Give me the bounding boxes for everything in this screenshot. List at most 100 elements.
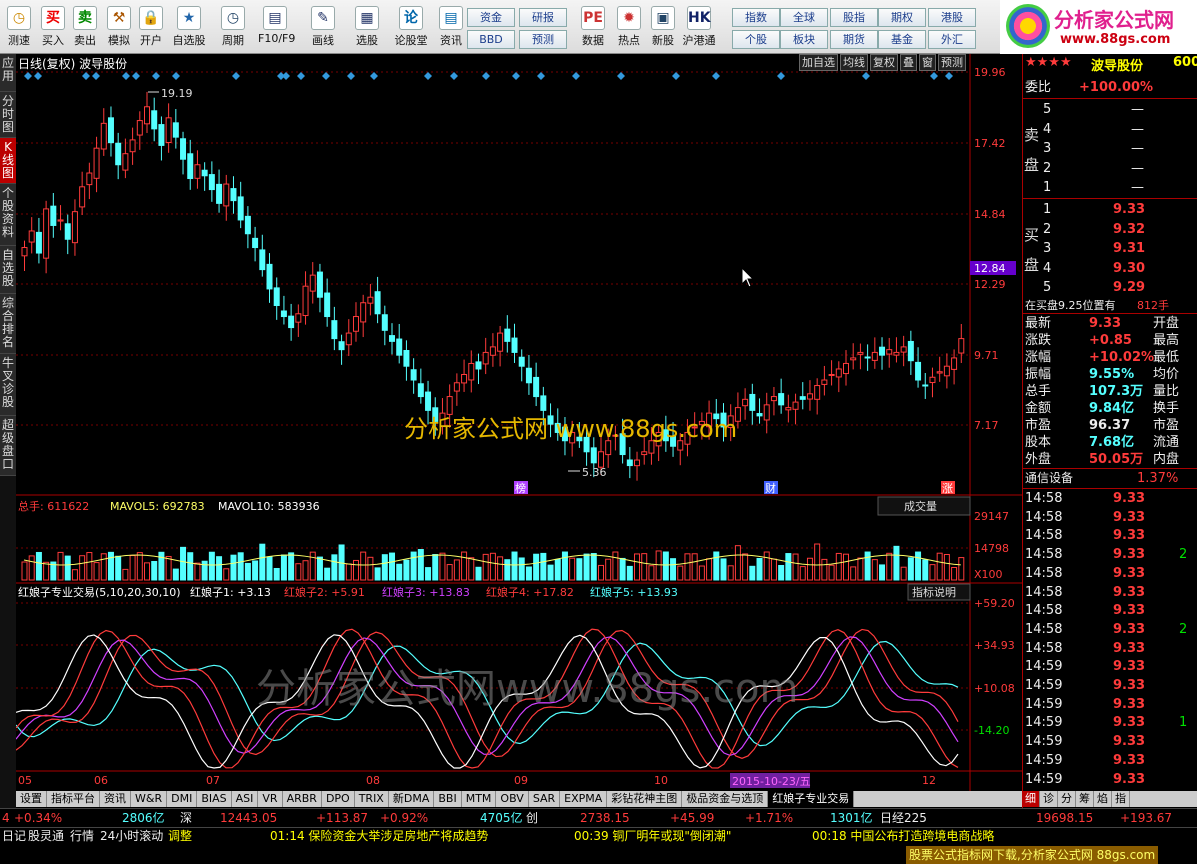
indicator-tab-19[interactable]: 红娘子专业交易 bbox=[768, 791, 855, 807]
indicator-tab-17[interactable]: 彩钻花神主图 bbox=[607, 791, 683, 807]
right-tab-2[interactable]: 分 bbox=[1058, 791, 1076, 807]
candle-body bbox=[389, 335, 396, 342]
left-tab-1[interactable]: 分时图 bbox=[0, 92, 16, 138]
toolbar-button-11[interactable]: ▤ 资讯 bbox=[434, 4, 468, 52]
quick-button-3[interactable]: 预测 bbox=[519, 30, 567, 49]
chart-btn-4[interactable]: 窗 bbox=[919, 54, 936, 71]
candle-body bbox=[71, 211, 78, 244]
pen-icon: ✎ bbox=[311, 6, 335, 30]
quick-button-4[interactable]: 指数 bbox=[732, 8, 780, 27]
quick-button-10[interactable]: 板块 bbox=[780, 30, 828, 49]
toolbar-button-7[interactable]: ▤ F10/F9 bbox=[258, 4, 295, 52]
quick-button-11[interactable]: 期货 bbox=[830, 30, 878, 49]
quick-button-1[interactable]: 研报 bbox=[519, 8, 567, 27]
right-tab-5[interactable]: 指 bbox=[1112, 791, 1130, 807]
toolbar-button-6[interactable]: ◷ 周期 bbox=[216, 4, 250, 52]
quick-button-2[interactable]: BBD bbox=[467, 30, 515, 49]
volume-bar bbox=[626, 565, 633, 581]
right-tab-1[interactable]: 诊 bbox=[1040, 791, 1058, 807]
toolbar-button-15[interactable]: HK 沪港通 bbox=[682, 4, 716, 52]
right-tab-4[interactable]: 焰 bbox=[1094, 791, 1112, 807]
left-tab-0[interactable]: 应用 bbox=[0, 54, 16, 92]
event-marker[interactable]: 榜 bbox=[515, 481, 526, 495]
indicator-tab-1[interactable]: 指标平台 bbox=[47, 791, 100, 807]
toolbar-button-9[interactable]: ▦ 选股 bbox=[350, 4, 384, 52]
high-label: 19.19 bbox=[161, 87, 193, 100]
indicator-tab-16[interactable]: EXPMA bbox=[560, 791, 608, 807]
indicator-tab-12[interactable]: BBI bbox=[434, 791, 462, 807]
toolbar-button-1[interactable]: 买买入 bbox=[36, 4, 70, 52]
toolbar-button-10[interactable]: 论论股堂 bbox=[394, 4, 428, 52]
price-tick: 12.29 bbox=[974, 278, 1006, 291]
news-icon: ▤ bbox=[439, 6, 463, 30]
indicator-tab-0[interactable]: 设置 bbox=[16, 791, 47, 807]
event-marker[interactable]: 财 bbox=[765, 481, 776, 495]
indicator-tab-6[interactable]: ASI bbox=[232, 791, 259, 807]
indicator-tab-3[interactable]: W&R bbox=[131, 791, 168, 807]
volume-bar bbox=[122, 568, 129, 581]
quick-button-7[interactable]: 期权 bbox=[878, 8, 926, 27]
chart-btn-2[interactable]: 复权 bbox=[870, 54, 898, 71]
left-tab-6[interactable]: 牛叉诊股 bbox=[0, 354, 16, 416]
right-tab-3[interactable]: 筹 bbox=[1076, 791, 1094, 807]
toolbar-button-2[interactable]: 卖卖出 bbox=[68, 4, 102, 52]
indicator-tab-9[interactable]: DPO bbox=[322, 791, 355, 807]
indicator-tab-5[interactable]: BIAS bbox=[197, 791, 232, 807]
chart-btn-1[interactable]: 均线 bbox=[840, 54, 868, 71]
chart-btn-5[interactable]: 预测 bbox=[938, 54, 966, 71]
kline-chart-area[interactable]: 19.96 17.42 14.84 12.29 9.71 7.17 12.84 19.19 5.… bbox=[16, 54, 1022, 791]
month-label: 09 bbox=[514, 774, 528, 787]
toolbar-button-5[interactable]: ★ 自选股 bbox=[172, 4, 206, 52]
buy-row: 1 9.33 bbox=[1023, 200, 1197, 219]
left-tab-2[interactable]: K线图 bbox=[0, 138, 16, 184]
chart-btn-0[interactable]: 加自选 bbox=[799, 54, 838, 71]
candle-body bbox=[879, 346, 886, 356]
chart-canvas[interactable]: 19.96 17.42 14.84 12.29 9.71 7.17 12.84 19.19 5.… bbox=[16, 54, 1022, 791]
candle-body bbox=[374, 291, 381, 315]
quick-button-0[interactable]: 资金 bbox=[467, 8, 515, 27]
quick-button-13[interactable]: 外汇 bbox=[928, 30, 976, 49]
volume-bar bbox=[518, 557, 525, 581]
indicator-tab-4[interactable]: DMI bbox=[167, 791, 198, 807]
chart-btn-3[interactable]: 叠 bbox=[900, 54, 917, 71]
indicator-tab-18[interactable]: 极品资金与选顶 bbox=[682, 791, 769, 807]
left-tab-7[interactable]: 超级盘口 bbox=[0, 416, 16, 476]
toolbar-button-14[interactable]: ▣ 新股 bbox=[646, 4, 680, 52]
sell-row: 2— bbox=[1023, 159, 1197, 178]
ticker-g[interactable]: 00:39 铜厂明年或现"倒闭潮" bbox=[574, 828, 731, 845]
quick-button-6[interactable]: 股指 bbox=[830, 8, 878, 27]
indicator-tab-8[interactable]: ARBR bbox=[283, 791, 322, 807]
indicator-tab-10[interactable]: TRIX bbox=[355, 791, 389, 807]
event-marker[interactable]: 涨 bbox=[942, 482, 953, 495]
watermark: 分析家公式网 www.88gs.com bbox=[404, 415, 737, 443]
indicator-tab-11[interactable]: 新DMA bbox=[389, 791, 435, 807]
ticker-f[interactable]: 01:14 保险资金大举涉足房地产将成趋势 bbox=[270, 828, 488, 845]
toolbar-button-13[interactable]: ✹ 热点 bbox=[612, 4, 646, 52]
indicator-tab-2[interactable]: 资讯 bbox=[100, 791, 131, 807]
quick-button-12[interactable]: 基金 bbox=[878, 30, 926, 49]
quick-button-8[interactable]: 港股 bbox=[928, 8, 976, 27]
indicator-tab-14[interactable]: OBV bbox=[496, 791, 529, 807]
ticker-c[interactable]: 行情 bbox=[70, 828, 94, 845]
ticker-b[interactable]: 股灵通 bbox=[28, 828, 64, 845]
indicator-tab-7[interactable]: VR bbox=[258, 791, 283, 807]
left-tab-4[interactable]: 自选股 bbox=[0, 246, 16, 294]
quick-button-5[interactable]: 全球 bbox=[780, 8, 828, 27]
ticker-a[interactable]: 日记 bbox=[2, 828, 26, 845]
quick-button-9[interactable]: 个股 bbox=[732, 30, 780, 49]
right-tab-0[interactable]: 细 bbox=[1022, 791, 1040, 807]
left-tab-5[interactable]: 综合排名 bbox=[0, 294, 16, 354]
indicator-tab-15[interactable]: SAR bbox=[529, 791, 561, 807]
candle-body bbox=[533, 376, 540, 398]
toolbar-button-4[interactable]: 🔒 开户 bbox=[134, 4, 168, 52]
toolbar-button-12[interactable]: PE 数据 bbox=[576, 4, 610, 52]
toolbar-button-0[interactable]: ◷ 测速 bbox=[2, 4, 36, 52]
left-tab-3[interactable]: 个股资料 bbox=[0, 184, 16, 246]
ticker-h[interactable]: 00:18 中国公布打造跨境电商战略 bbox=[812, 828, 994, 845]
ticker-e[interactable]: 调整 bbox=[168, 828, 192, 845]
toolbar-button-8[interactable]: ✎ 画线 bbox=[306, 4, 340, 52]
toolbar-button-3[interactable]: ⚒ 模拟 bbox=[102, 4, 136, 52]
indicator-tab-13[interactable]: MTM bbox=[462, 791, 497, 807]
candle-body bbox=[252, 237, 259, 249]
ticker-d[interactable]: 24小时滚动 bbox=[100, 828, 163, 845]
